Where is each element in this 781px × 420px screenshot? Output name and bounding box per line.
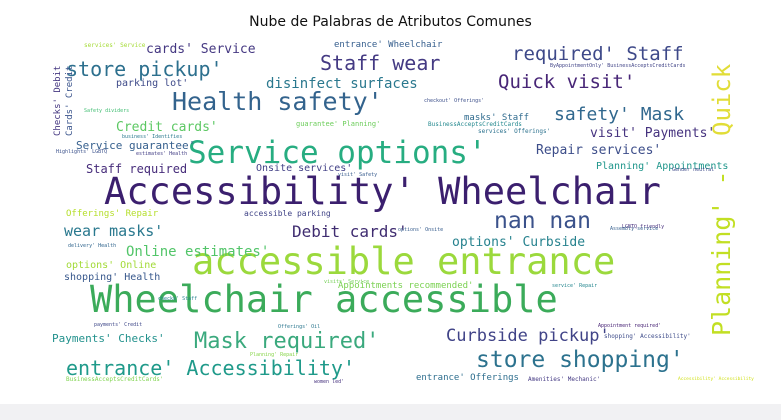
- cloud-word: Payments' Checks': [52, 332, 165, 345]
- cloud-word: Offerings' Oil: [278, 324, 320, 330]
- cloud-word: visit' Payments': [590, 126, 715, 141]
- cloud-word: options' Onsite: [398, 227, 443, 233]
- cloud-word: Planning' -: [707, 170, 736, 336]
- cloud-word: ByAppointmentOnly' BusinessAcceptsCredit…: [550, 63, 685, 69]
- cloud-word: Repair services': [536, 143, 661, 158]
- cloud-word: BusinessAcceptsCreditCards: [428, 121, 522, 128]
- cloud-word: Accessibility' Accessibility: [678, 376, 754, 382]
- cloud-word: payments' Credit: [94, 322, 142, 328]
- cloud-word: required' Staff: [512, 43, 684, 65]
- cloud-word: safety' Mask: [554, 104, 684, 125]
- cloud-word: Mask required': [194, 329, 379, 354]
- cloud-word: Checks' Debit: [53, 66, 63, 136]
- cloud-word: Safety dividers: [84, 108, 129, 114]
- cloud-word: shopping' Health: [64, 272, 160, 283]
- cloud-word: Curbside pickup': [446, 326, 610, 346]
- cloud-word: services' Service: [84, 42, 146, 49]
- cloud-word: guarantee' Planning': [296, 120, 380, 128]
- cloud-word: Gender neutral: [672, 167, 714, 173]
- word-cloud: Accessibility' WheelchairWheelchair acce…: [38, 36, 758, 392]
- cloud-word: BusinessAcceptsCreditCards': [66, 376, 164, 383]
- cloud-word: checkout' Offerings': [424, 98, 484, 104]
- cloud-word: Quick visit': [498, 71, 635, 93]
- cloud-word: business' Identifies: [122, 134, 182, 140]
- cloud-word: Cards' Credit: [65, 66, 75, 136]
- cloud-word: services' Offerings': [478, 128, 550, 135]
- cloud-word: Assembly service: [610, 226, 658, 232]
- cloud-word: estimates' Health: [136, 151, 187, 157]
- cloud-word: Online estimates': [126, 244, 269, 260]
- chart-title: Nube de Palabras de Atributos Comunes: [249, 14, 532, 30]
- cloud-word: shopping' Accessibility': [604, 333, 691, 340]
- cloud-word: entrance' Offerings: [416, 373, 519, 383]
- cloud-word: disinfect surfaces: [266, 76, 418, 92]
- cloud-word: Accessibility' Wheelchair: [104, 170, 661, 213]
- cloud-word: visits' Service: [324, 279, 369, 285]
- cloud-word: Planning' Repair: [250, 352, 298, 358]
- cloud-word: Staff required: [86, 162, 187, 176]
- cloud-word: entrance' Wheelchair: [334, 40, 443, 50]
- cloud-word: Credit cards': [116, 120, 218, 135]
- cloud-word: Debit cards': [292, 222, 408, 241]
- cloud-word: cards' Service: [146, 42, 256, 57]
- cloud-word: store shopping': [476, 347, 684, 373]
- cloud-word: service' Repair: [552, 283, 597, 289]
- cloud-word: wear masks': [64, 222, 163, 240]
- cloud-word: Offerings' Repair: [66, 209, 159, 219]
- footer-strip: [0, 404, 781, 420]
- cloud-word: parking lot': [116, 78, 188, 89]
- cloud-word: visit' Safety: [338, 172, 377, 178]
- cloud-word: delivery' Health: [68, 243, 116, 249]
- cloud-word: options' Curbside: [452, 235, 585, 250]
- cloud-word: Appointment required': [598, 323, 661, 329]
- cloud-word: nan nan: [494, 208, 591, 234]
- cloud-word: women led': [314, 379, 344, 385]
- cloud-word: options' Online: [66, 260, 156, 271]
- cloud-word: Staff wear: [320, 51, 440, 75]
- cloud-word: Highlights' LGBTQ: [56, 149, 107, 155]
- cloud-word: accessible parking: [244, 209, 331, 218]
- cloud-word: Amenities' Mechanic': [528, 376, 600, 383]
- cloud-word: checks' Staff: [158, 296, 197, 302]
